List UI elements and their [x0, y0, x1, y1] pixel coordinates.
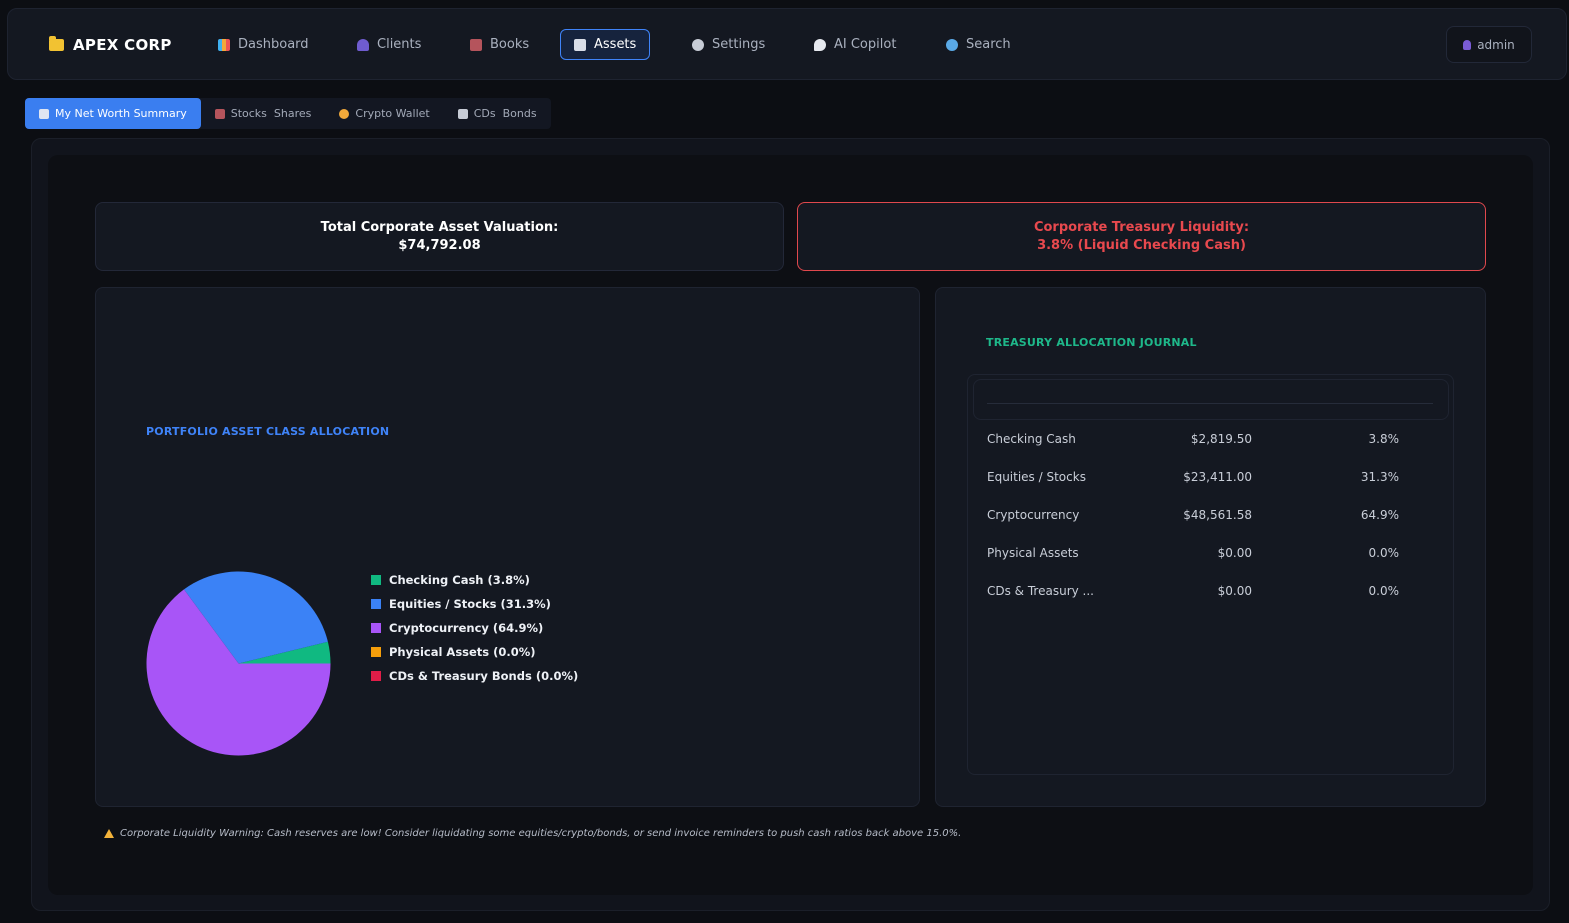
chart-icon	[218, 38, 230, 51]
tab-net-worth-summary[interactable]: My Net Worth Summary	[25, 98, 201, 129]
table-row: Checking Cash $2,819.50 3.8%	[975, 421, 1445, 459]
trend-chart-icon	[574, 38, 586, 51]
legend-item: Checking Cash (3.8%)	[371, 568, 578, 592]
allocation-title: PORTFOLIO ASSET CLASS ALLOCATION	[146, 425, 390, 438]
nav-assets[interactable]: Assets	[560, 29, 651, 60]
nav-label: Dashboard	[238, 37, 309, 52]
legend-swatch	[371, 647, 381, 657]
briefcase-icon	[214, 108, 225, 119]
nav-settings[interactable]: Settings	[678, 29, 779, 60]
tab-label: CDs Bonds	[473, 107, 537, 120]
legend-swatch	[371, 671, 381, 681]
liquidity-value: 3.8% (Liquid Checking Cash)	[1037, 237, 1246, 253]
table-row: Physical Assets $0.00 0.0%	[975, 535, 1445, 573]
user-name: admin	[1477, 37, 1515, 52]
top-navbar: APEX CORP Dashboard Clients Books Assets…	[7, 8, 1567, 80]
magnifier-icon	[946, 38, 958, 51]
row-percent: 64.9%	[1360, 508, 1399, 522]
tab-stocks-shares[interactable]: Stocks Shares	[201, 98, 326, 129]
user-icon	[1463, 39, 1472, 50]
row-label: CDs & Treasury ...	[987, 584, 1094, 598]
brand-logo[interactable]: APEX CORP	[49, 34, 172, 56]
liquidity-warning: Corporate Liquidity Warning: Cash reserv…	[104, 828, 961, 839]
tab-cds-bonds[interactable]: CDs Bonds	[444, 98, 551, 129]
row-amount: $48,561.58	[1183, 508, 1252, 522]
nav-label: Books	[490, 37, 530, 52]
nav-label: Settings	[712, 37, 766, 52]
legend-item: CDs & Treasury Bonds (0.0%)	[371, 664, 578, 688]
total-valuation-value: $74,792.08	[398, 237, 481, 253]
nav-search[interactable]: Search	[932, 29, 1025, 60]
row-percent: 0.0%	[1368, 546, 1400, 560]
nav-ai-copilot[interactable]: AI Copilot	[800, 29, 910, 60]
legend-swatch	[371, 623, 381, 633]
legend-item: Cryptocurrency (64.9%)	[371, 616, 578, 640]
tab-label: My Net Worth Summary	[55, 107, 187, 120]
journal-table-header	[973, 379, 1449, 420]
row-label: Equities / Stocks	[987, 470, 1086, 484]
journal-header-divider	[987, 403, 1433, 404]
pie-svg	[146, 571, 331, 756]
row-label: Checking Cash	[987, 432, 1076, 446]
journal-title: TREASURY ALLOCATION JOURNAL	[986, 336, 1197, 349]
table-row: Cryptocurrency $48,561.58 64.9%	[975, 497, 1445, 535]
tab-label: Crypto Wallet	[355, 107, 430, 120]
chart-legend: Checking Cash (3.8%) Equities / Stocks (…	[371, 568, 578, 688]
row-percent: 3.8%	[1368, 432, 1400, 446]
nav-clients[interactable]: Clients	[343, 29, 435, 60]
row-label: Cryptocurrency	[987, 508, 1080, 522]
tab-crypto-wallet[interactable]: Crypto Wallet	[325, 98, 443, 129]
briefcase-icon	[470, 38, 482, 51]
legend-label: Cryptocurrency (64.9%)	[389, 621, 544, 635]
user-menu-button[interactable]: admin	[1446, 26, 1532, 63]
treasury-liquidity-card: Corporate Treasury Liquidity: 3.8% (Liqu…	[797, 202, 1486, 271]
table-row: CDs & Treasury ... $0.00 0.0%	[975, 573, 1445, 611]
bank-icon	[457, 108, 468, 119]
total-valuation-label: Total Corporate Asset Valuation:	[320, 219, 559, 235]
people-icon	[357, 38, 369, 51]
tab-label: Stocks Shares	[230, 107, 312, 120]
row-percent: 0.0%	[1368, 584, 1400, 598]
row-amount: $2,819.50	[1190, 432, 1252, 446]
nav-books[interactable]: Books	[456, 29, 543, 60]
legend-label: Equities / Stocks (31.3%)	[389, 597, 551, 611]
legend-label: Checking Cash (3.8%)	[389, 573, 530, 587]
row-amount: $0.00	[1217, 584, 1252, 598]
gear-icon	[692, 38, 704, 51]
row-percent: 31.3%	[1360, 470, 1399, 484]
row-label: Physical Assets	[987, 546, 1079, 560]
legend-item: Equities / Stocks (31.3%)	[371, 592, 578, 616]
row-amount: $23,411.00	[1183, 470, 1252, 484]
table-row: Equities / Stocks $23,411.00 31.3%	[975, 459, 1445, 497]
folder-icon	[49, 36, 64, 51]
nav-label: AI Copilot	[834, 37, 897, 52]
total-valuation-card: Total Corporate Asset Valuation: $74,792…	[95, 202, 784, 271]
liquidity-label: Corporate Treasury Liquidity:	[1033, 219, 1250, 235]
legend-label: CDs & Treasury Bonds (0.0%)	[389, 669, 579, 683]
legend-label: Physical Assets (0.0%)	[389, 645, 536, 659]
nav-label: Clients	[377, 37, 422, 52]
nav-label: Search	[966, 37, 1011, 52]
warning-icon	[104, 829, 114, 838]
nav-label: Assets	[594, 37, 637, 52]
coin-icon	[339, 108, 350, 119]
legend-swatch	[371, 575, 381, 585]
trend-chart-icon	[39, 108, 49, 119]
nav-dashboard[interactable]: Dashboard	[204, 29, 323, 60]
row-amount: $0.00	[1217, 546, 1252, 560]
legend-swatch	[371, 599, 381, 609]
warning-text: Corporate Liquidity Warning: Cash reserv…	[120, 828, 962, 839]
brand-name: APEX CORP	[73, 36, 172, 54]
allocation-pie-chart	[146, 571, 331, 756]
legend-item: Physical Assets (0.0%)	[371, 640, 578, 664]
speech-bubble-icon	[814, 38, 826, 51]
asset-subtabs: My Net Worth Summary Stocks Shares Crypt…	[25, 98, 551, 129]
